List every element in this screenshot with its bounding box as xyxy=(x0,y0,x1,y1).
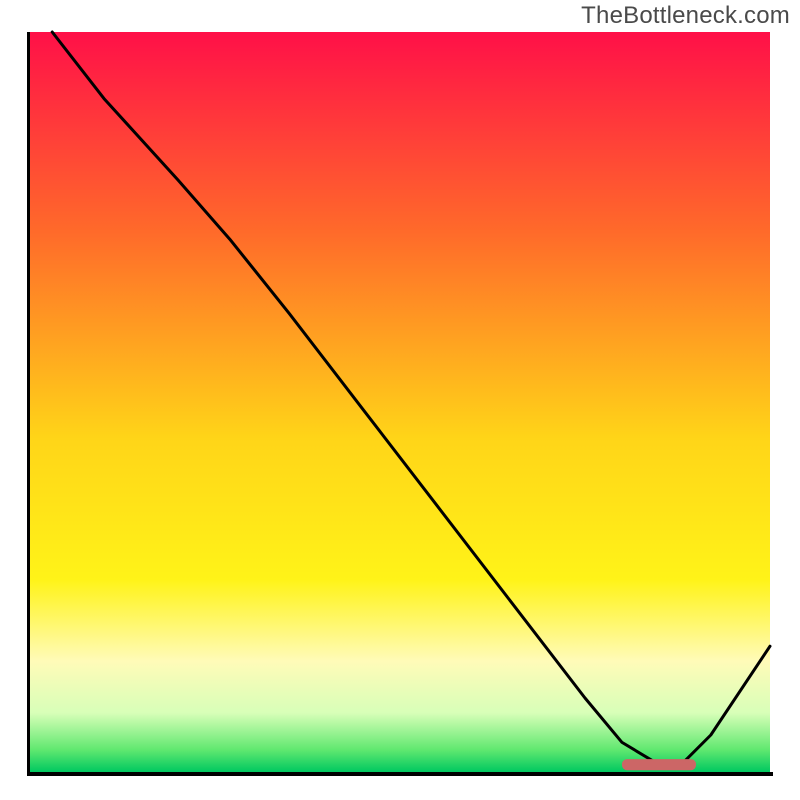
x-axis-line xyxy=(27,772,773,776)
chart-root: TheBottleneck.com xyxy=(0,0,800,800)
sweet-spot-marker xyxy=(622,759,696,770)
plot-svg xyxy=(30,32,770,772)
gradient-background xyxy=(30,32,770,772)
watermark: TheBottleneck.com xyxy=(581,2,790,30)
